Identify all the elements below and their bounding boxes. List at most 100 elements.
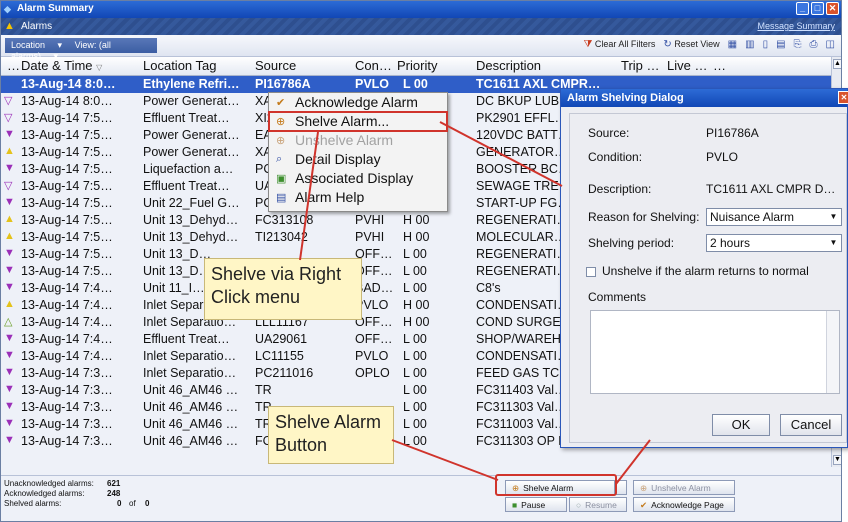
bell-icon: ▲ [4, 20, 15, 32]
cell-priority: L 00 [403, 77, 428, 91]
menu-item-shelve[interactable]: ⊕ Shelve Alarm... [268, 111, 448, 132]
col-header-priority[interactable]: Priority [397, 58, 437, 73]
row-priority-icon: ▼ [4, 417, 15, 429]
cell-source: PI16786A [255, 77, 311, 91]
ack-count: 248 [107, 489, 121, 498]
location-filter-label: Location [11, 40, 46, 50]
unshelve-icon: ⊕ [640, 483, 648, 493]
shelve-dropdown-button[interactable] [615, 480, 627, 495]
columns-icon[interactable]: ▥ [745, 39, 754, 50]
col-header-condition[interactable]: Con… [355, 58, 392, 73]
unshelve-alarm-button[interactable]: ⊕ Unshelve Alarm [633, 480, 735, 495]
col-header-description[interactable]: Description [476, 58, 541, 73]
cell-date: 13-Aug-14 7:4… [21, 281, 113, 295]
shelved-label: Shelved alarms: [4, 499, 62, 508]
cell-condition: PVHI [355, 213, 385, 227]
menu-item-help[interactable]: ▤ Alarm Help [269, 188, 447, 207]
cell-location: Inlet Separatio… [143, 349, 237, 363]
resume-label: Resume [585, 500, 617, 510]
row-priority-icon: ▼ [4, 247, 15, 259]
period-label: Shelving period: [588, 236, 675, 250]
clear-filters-button[interactable]: ⧩ Clear All Filters [583, 39, 655, 50]
shelved-of: of [129, 499, 136, 508]
reason-select[interactable]: Nuisance Alarm ▼ [706, 208, 842, 226]
period-select[interactable]: 2 hours ▼ [706, 234, 842, 252]
location-filter[interactable]: Location ▾ [11, 40, 62, 50]
resume-button[interactable]: ○ Resume [569, 497, 627, 512]
cell-priority: H 00 [403, 230, 430, 244]
cell-location: Ethylene Refri… [143, 77, 240, 91]
shelved-total: 0 [145, 499, 150, 508]
unshelve-on-normal-checkbox[interactable] [586, 267, 596, 277]
list-icon[interactable]: ▯ [763, 39, 769, 50]
unshelve-icon: ⊕ [276, 135, 286, 147]
comments-label: Comments [588, 290, 647, 304]
cell-location: Unit 46_AM46 … [143, 417, 239, 431]
menu-item-acknowledge[interactable]: ✔ Acknowledge Alarm [269, 93, 447, 112]
condition-value: PVLO [706, 150, 739, 164]
menu-item-label: Alarm Help [295, 189, 365, 205]
cell-priority: H 00 [403, 315, 430, 329]
menu-item-label: Acknowledge Alarm [295, 94, 418, 110]
shelve-alarm-button[interactable]: ⊕ Shelve Alarm [505, 480, 615, 495]
print-icon[interactable]: ⎙ [810, 39, 818, 50]
col-header-date[interactable]: Date & Time ▽ [21, 58, 102, 73]
filter-bar: Location ▾ View: (all alarms) ▾ [5, 38, 157, 61]
acknowledge-page-label: Acknowledge Page [651, 500, 724, 510]
preview-icon[interactable]: ◫ [826, 39, 835, 50]
row-priority-icon: ▼ [4, 349, 15, 361]
row-priority-icon: ▼ [4, 281, 15, 293]
cell-source: LC11155 [255, 349, 304, 363]
col-header-location[interactable]: Location Tag [143, 58, 217, 73]
comments-textarea[interactable] [590, 310, 840, 394]
menu-item-unshelve[interactable]: ⊕ Unshelve Alarm [269, 131, 447, 150]
row-priority-icon: ▲ [4, 230, 15, 242]
cancel-button[interactable]: Cancel [780, 414, 842, 436]
col-header-live[interactable]: Live … [667, 58, 707, 73]
resume-icon: ○ [576, 500, 582, 510]
cell-location: Unit 46_AM46 … [143, 434, 239, 448]
message-summary-link[interactable]: Message Summary [757, 21, 835, 31]
scroll-up-icon[interactable]: ▲ [833, 59, 841, 69]
cell-priority: L 00 [403, 383, 427, 397]
cell-location: Power Generat… [143, 94, 240, 108]
cell-location: Liquefaction a… [143, 162, 234, 176]
row-priority-icon: ▼ [4, 400, 15, 412]
col-header-more[interactable]: … [713, 58, 726, 73]
reset-view-button[interactable]: ↻ Reset View [663, 39, 719, 50]
maximize-button[interactable]: □ [811, 2, 824, 15]
grid-icon[interactable]: ▦ [728, 39, 737, 50]
cell-date: 13-Aug-14 7:4… [21, 349, 113, 363]
acknowledge-icon: ✔ [640, 500, 648, 510]
cell-date: 13-Aug-14 7:5… [21, 179, 113, 193]
cell-source: UA29061 [255, 332, 308, 346]
cell-priority: H 00 [403, 298, 430, 312]
cell-priority: L 00 [403, 281, 427, 295]
col-header-source[interactable]: Source [255, 58, 296, 73]
col-header-flag[interactable]: … [7, 58, 20, 73]
col-header-trip[interactable]: Trip … [621, 58, 660, 73]
acknowledge-page-button[interactable]: ✔ Acknowledge Page [633, 497, 735, 512]
comments-scrollbar[interactable] [826, 311, 839, 393]
cell-date: 13-Aug-14 7:5… [21, 247, 113, 261]
table-header: … Date & Time ▽ Location Tag Source Con…… [1, 57, 831, 76]
minimize-button[interactable]: _ [796, 2, 809, 15]
alarms-header: ▲ Alarms Message Summary [1, 18, 841, 35]
dialog-close-icon[interactable]: ✕ [838, 91, 848, 104]
export-icon[interactable]: ▤ [776, 39, 785, 50]
scroll-down-icon[interactable]: ▼ [833, 455, 841, 465]
pause-button[interactable]: ■ Pause [505, 497, 567, 512]
acknowledge-icon: ✔ [276, 97, 286, 109]
alarms-label: Alarms [21, 21, 53, 32]
unshelve-alarm-label: Unshelve Alarm [651, 483, 711, 493]
ok-button[interactable]: OK [712, 414, 770, 436]
close-button[interactable]: ✕ [826, 2, 839, 15]
shelve-alarm-label: Shelve Alarm [523, 483, 574, 493]
menu-item-detail[interactable]: ⌕ Detail Display [269, 150, 447, 169]
cell-source: FC313108 [255, 213, 314, 227]
menu-item-label: Shelve Alarm... [295, 113, 390, 129]
cell-date: 13-Aug-14 7:5… [21, 162, 113, 176]
copy-icon[interactable]: ⎘ [794, 39, 802, 50]
menu-item-associated-display[interactable]: ▣ Associated Display [269, 169, 447, 188]
cell-condition: OFF… [355, 332, 393, 346]
